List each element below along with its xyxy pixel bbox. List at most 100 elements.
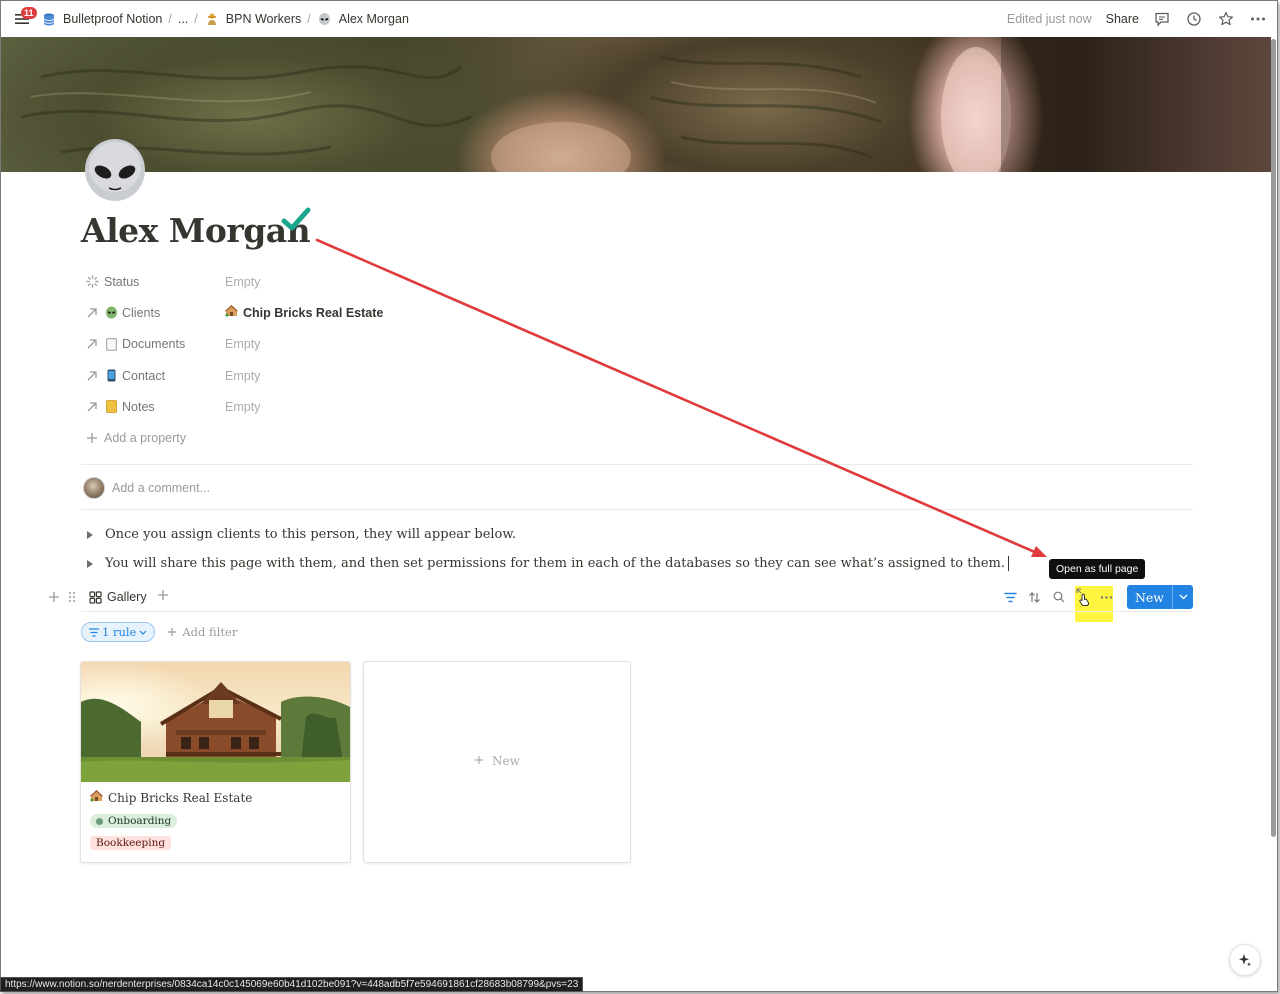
- breadcrumb-current-page[interactable]: Alex Morgan: [317, 11, 409, 27]
- property-contact[interactable]: Contact Empty: [81, 360, 1193, 391]
- property-name[interactable]: Documents: [81, 336, 225, 352]
- gallery-card[interactable]: Chip Bricks Real Estate Onboarding Bookk…: [80, 661, 351, 863]
- share-button[interactable]: Share: [1106, 12, 1139, 26]
- property-value-relation[interactable]: Chip Bricks Real Estate: [225, 305, 383, 320]
- rule-label: 1 rule: [102, 625, 137, 639]
- toggle-block[interactable]: Once you assign clients to this person, …: [87, 527, 516, 542]
- status-loader-icon: [84, 274, 100, 290]
- alien-icon: [317, 11, 333, 27]
- comments-icon[interactable]: [1153, 10, 1171, 28]
- topbar-left: 11 Bulletproof Notion / ... / BPN Worker…: [1, 1, 409, 37]
- property-value[interactable]: Empty: [225, 337, 260, 351]
- alien-green-icon: [104, 306, 118, 320]
- property-label: Clients: [122, 305, 161, 320]
- topbar-right: Edited just now Share: [1007, 1, 1267, 37]
- property-label: Documents: [122, 337, 186, 352]
- toggle-text[interactable]: You will share this page with them, and …: [105, 556, 1005, 571]
- add-property-button[interactable]: Add a property: [81, 422, 1193, 453]
- cover-image[interactable]: [1, 37, 1271, 172]
- tab-gallery-view[interactable]: Gallery: [89, 590, 147, 604]
- add-property-label-wrap: Add a property: [81, 430, 186, 446]
- property-label: Contact: [122, 368, 166, 383]
- notepad-icon: [104, 400, 118, 414]
- relation-arrow-icon: [84, 399, 100, 415]
- property-name[interactable]: Clients: [81, 305, 225, 321]
- gallery-toolbar-right: New: [999, 585, 1193, 609]
- property-name[interactable]: Notes: [81, 399, 225, 415]
- toggle-arrow-icon[interactable]: [87, 559, 93, 568]
- status-label: Onboarding: [108, 815, 172, 827]
- add-property-label: Add a property: [104, 431, 186, 446]
- breadcrumb-label: Alex Morgan: [338, 12, 409, 26]
- breadcrumb-separator: /: [168, 12, 172, 26]
- more-options-icon[interactable]: [1095, 585, 1119, 609]
- property-clients[interactable]: Clients Chip Bricks Real Estate: [81, 297, 1193, 328]
- relation-arrow-icon: [84, 305, 100, 321]
- new-card-placeholder[interactable]: New: [363, 661, 631, 863]
- breadcrumb-separator: /: [194, 12, 198, 26]
- card-cover-image: [81, 662, 350, 782]
- sort-icon[interactable]: [1023, 585, 1047, 609]
- relation-arrow-icon: [84, 336, 100, 352]
- property-name[interactable]: Contact: [81, 368, 225, 384]
- breadcrumb-workspace[interactable]: Bulletproof Notion: [41, 11, 162, 27]
- new-button-label[interactable]: New: [1127, 585, 1172, 609]
- chevron-down-icon[interactable]: [1172, 585, 1193, 609]
- favorite-star-icon[interactable]: [1217, 10, 1235, 28]
- new-card-button[interactable]: New: [364, 754, 630, 768]
- worker-icon: [204, 11, 220, 27]
- property-notes[interactable]: Notes Empty: [81, 391, 1193, 422]
- relation-arrow-icon: [84, 368, 100, 384]
- drag-handle-icon[interactable]: [63, 591, 81, 603]
- property-value[interactable]: Empty: [225, 275, 260, 289]
- filter-icon[interactable]: [999, 585, 1023, 609]
- view-name: Gallery: [107, 590, 147, 604]
- breadcrumb-label: BPN Workers: [225, 12, 302, 26]
- page-title[interactable]: Alex Morgan: [81, 211, 311, 250]
- card-title-text: Chip Bricks Real Estate: [108, 790, 253, 805]
- page-alien-icon[interactable]: [83, 137, 149, 203]
- add-filter-button[interactable]: Add filter: [167, 625, 237, 639]
- topbar: 11 Bulletproof Notion / ... / BPN Worker…: [1, 1, 1277, 37]
- add-view-plus-icon[interactable]: [157, 588, 169, 606]
- document-icon: [104, 337, 118, 351]
- more-options-icon[interactable]: [1249, 10, 1267, 28]
- breadcrumb-workers[interactable]: BPN Workers: [204, 11, 301, 27]
- property-name[interactable]: Status: [81, 274, 225, 290]
- avatar: [83, 477, 105, 499]
- toggle-text[interactable]: Once you assign clients to this person, …: [105, 527, 516, 542]
- checkmark-icon: [281, 207, 311, 236]
- status-badge: Onboarding: [90, 814, 178, 828]
- property-documents[interactable]: Documents Empty: [81, 329, 1193, 360]
- property-value[interactable]: Empty: [225, 369, 260, 383]
- status-dot: [96, 817, 103, 825]
- tooltip: Open as full page: [1049, 559, 1146, 579]
- history-icon[interactable]: [1185, 10, 1203, 28]
- breadcrumb-ellipsis[interactable]: ...: [178, 12, 188, 26]
- app-window: 11 Bulletproof Notion / ... / BPN Worker…: [0, 0, 1278, 992]
- notification-badge: 11: [21, 7, 37, 19]
- scrollbar-thumb[interactable]: [1271, 39, 1276, 837]
- add-block-plus-icon[interactable]: [45, 591, 63, 603]
- property-label: Status: [104, 274, 140, 289]
- toggle-block[interactable]: You will share this page with them, and …: [87, 556, 1010, 571]
- add-filter-label: Add filter: [182, 625, 238, 639]
- plus-icon: [84, 430, 100, 446]
- filter-row: 1 rule Add filter: [81, 622, 237, 642]
- open-full-page-icon[interactable]: [1071, 585, 1095, 609]
- sidebar-menu-button[interactable]: 11: [11, 7, 37, 29]
- toggle-arrow-icon[interactable]: [87, 530, 93, 539]
- comment-input[interactable]: Add a comment...: [83, 477, 210, 499]
- property-status[interactable]: Status Empty: [81, 266, 1193, 297]
- property-value[interactable]: Empty: [225, 400, 260, 414]
- divider: [81, 509, 1193, 510]
- card-title[interactable]: Chip Bricks Real Estate: [90, 789, 253, 805]
- filter-rule-pill[interactable]: 1 rule: [81, 622, 156, 642]
- ai-sparkle-button[interactable]: [1229, 944, 1261, 976]
- edited-status: Edited just now: [1006, 12, 1092, 26]
- house-icon: [90, 789, 103, 805]
- phone-icon: [104, 369, 118, 383]
- gallery-toolbar-left: Gallery: [45, 585, 169, 609]
- new-button[interactable]: New: [1126, 585, 1193, 609]
- search-icon[interactable]: [1047, 585, 1071, 609]
